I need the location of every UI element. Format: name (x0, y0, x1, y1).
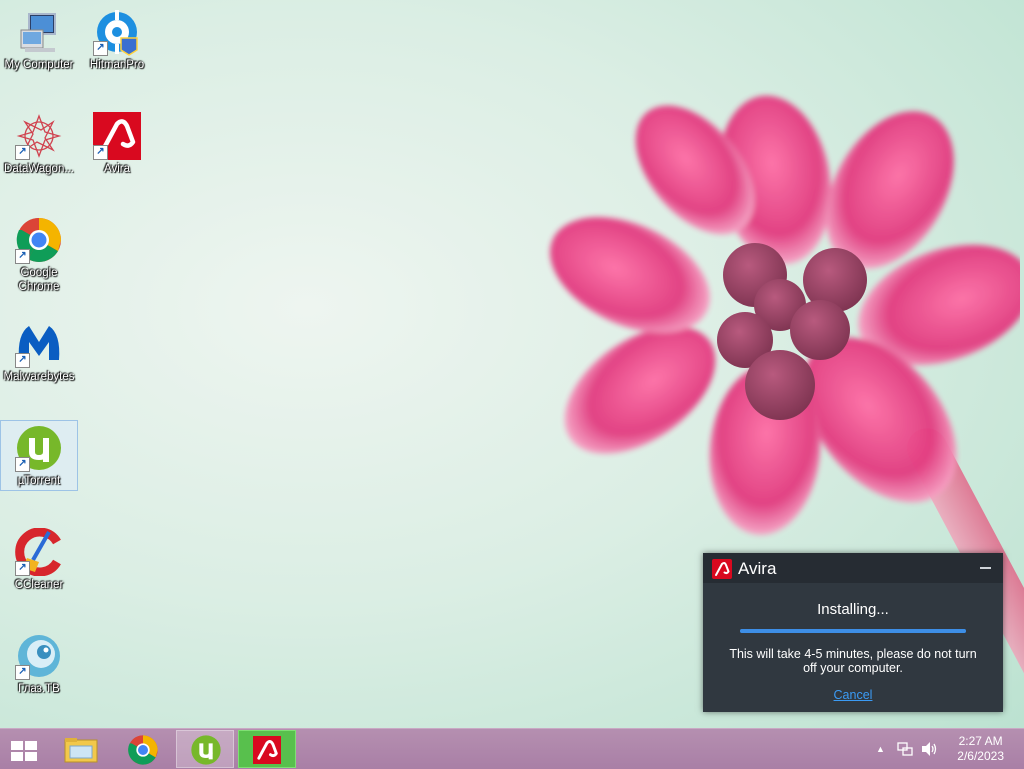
clock-time: 2:27 AM (958, 734, 1003, 748)
shortcut-arrow-icon: ↗ (15, 457, 30, 472)
glaztv-icon: ↗ (15, 632, 63, 680)
desktop-icon-label: CCleaner (14, 579, 64, 591)
desktop: My Computer ↗ HitmanPro ↗ DataWagon... ↗… (0, 0, 1024, 728)
desktop-icon-label: Avira (104, 163, 130, 175)
utorrent-icon (191, 735, 221, 765)
avira-icon (253, 736, 281, 764)
start-icon (11, 741, 38, 761)
shortcut-arrow-icon: ↗ (15, 145, 30, 160)
show-hidden-icons-chevron-icon[interactable]: ▲ (876, 744, 885, 754)
file-explorer-icon (64, 738, 98, 763)
desktop-icon-label: Malwarebytes (3, 371, 75, 383)
desktop-icon-glaz-tv[interactable]: ↗ Глаз.ТВ (1, 624, 77, 710)
wallpaper-flower (550, 95, 1020, 535)
shortcut-arrow-icon: ↗ (15, 353, 30, 368)
taskbar: ▲ 2:27 AM 2/6/2023 (0, 728, 1024, 769)
taskbar-avira[interactable] (238, 730, 296, 768)
start-button[interactable] (0, 730, 58, 768)
desktop-icon-malwarebytes[interactable]: ↗ Malwarebytes (1, 312, 77, 398)
taskbar-chrome[interactable] (114, 730, 172, 768)
network-icon[interactable] (897, 741, 913, 757)
popup-titlebar[interactable]: Avira (703, 553, 1003, 583)
shortcut-arrow-icon: ↗ (15, 665, 30, 680)
avira-install-popup: Avira Installing... This will take 4-5 m… (703, 553, 1003, 712)
datawagon-icon: ↗ (15, 112, 63, 160)
desktop-icon-label: DataWagon... (4, 163, 74, 175)
chrome-icon: ↗ (15, 216, 63, 264)
minimize-button[interactable] (980, 567, 991, 569)
avira-icon: ↗ (93, 112, 141, 160)
install-message: This will take 4-5 minutes, please do no… (729, 647, 977, 675)
ccleaner-icon: ↗ (15, 527, 63, 577)
desktop-icon-label: My Computer (4, 59, 74, 71)
desktop-icon-label: HitmanPro (89, 59, 145, 71)
hitmanpro-icon: ↗ (93, 8, 141, 56)
malwarebytes-icon: ↗ (15, 320, 63, 368)
desktop-icon-datawagon[interactable]: ↗ DataWagon... (1, 104, 77, 190)
shortcut-arrow-icon: ↗ (15, 561, 30, 576)
desktop-icon-label: Глаз.ТВ (18, 683, 60, 695)
desktop-icon-hitmanpro[interactable]: ↗ HitmanPro (79, 0, 155, 86)
chrome-icon (128, 735, 158, 765)
desktop-icon-my-computer[interactable]: My Computer (1, 0, 77, 86)
desktop-icon-utorrent[interactable]: ↗ µTorrent (0, 420, 78, 491)
volume-icon[interactable] (921, 741, 939, 757)
cancel-link[interactable]: Cancel (703, 688, 1003, 702)
utorrent-icon: ↗ (15, 424, 63, 472)
clock-date: 2/6/2023 (957, 749, 1004, 763)
popup-title: Avira (738, 559, 777, 578)
desktop-icon-ccleaner[interactable]: ↗ CCleaner (1, 520, 77, 606)
taskbar-clock[interactable]: 2:27 AM 2/6/2023 (957, 734, 1004, 764)
avira-logo-icon (712, 559, 732, 579)
shortcut-arrow-icon: ↗ (15, 249, 30, 264)
taskbar-file-explorer[interactable] (52, 730, 110, 768)
desktop-icon-label: µTorrent (17, 475, 61, 487)
install-status: Installing... (817, 601, 889, 618)
shortcut-arrow-icon: ↗ (93, 145, 108, 160)
install-progress-bar (740, 629, 966, 633)
desktop-icon-avira[interactable]: ↗ Avira (79, 104, 155, 190)
taskbar-utorrent[interactable] (176, 730, 234, 768)
computer-icon (15, 8, 63, 56)
desktop-icon-google-chrome[interactable]: ↗ Google Chrome (1, 208, 77, 302)
install-progress-fill (740, 629, 966, 633)
shortcut-arrow-icon: ↗ (93, 41, 108, 56)
desktop-icon-label: Google Chrome (18, 267, 60, 293)
